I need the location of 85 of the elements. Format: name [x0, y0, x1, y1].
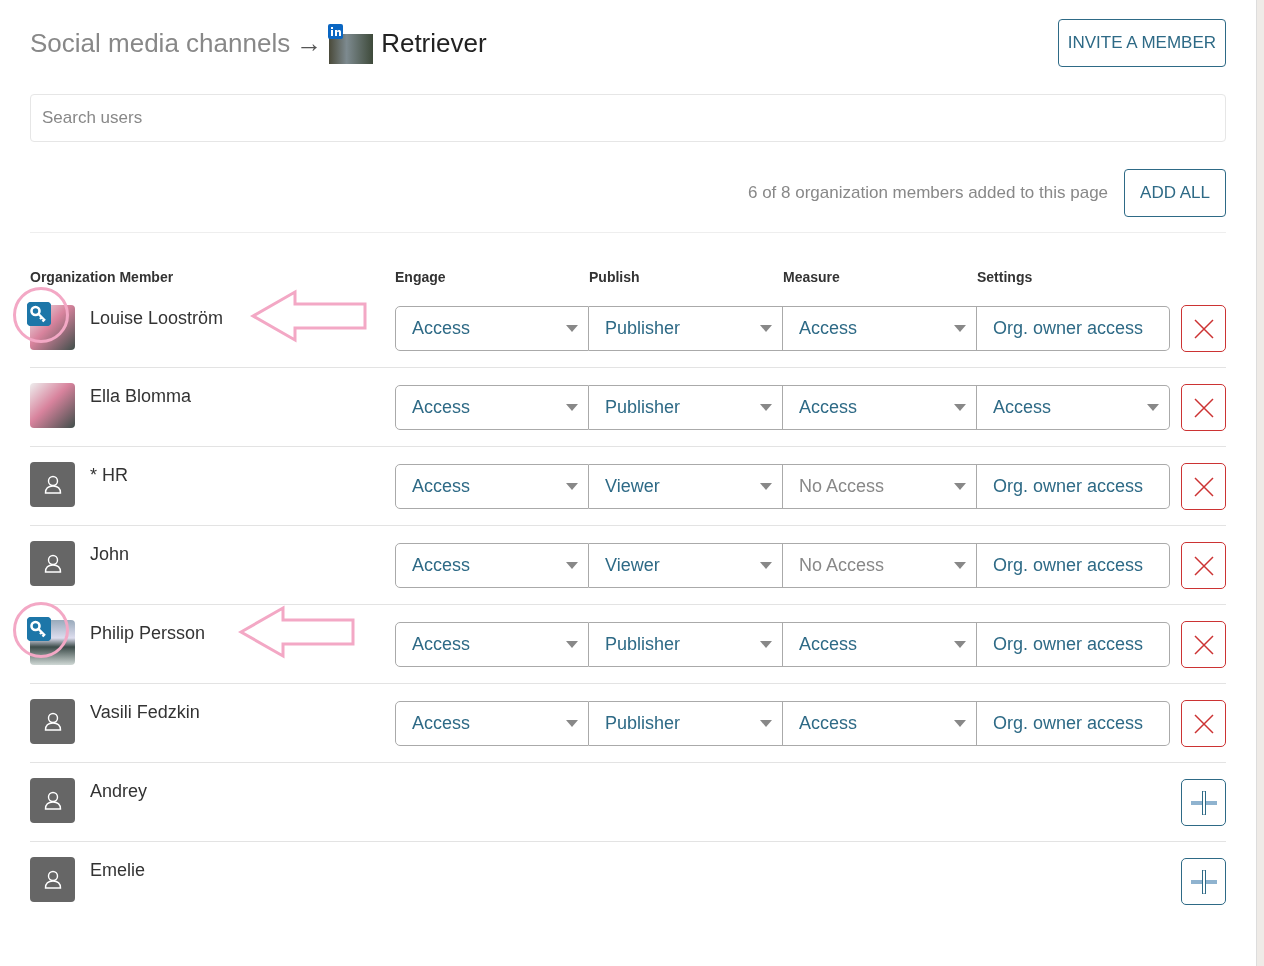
caret-icon [566, 404, 578, 411]
caret-icon [1147, 404, 1159, 411]
close-icon [1193, 555, 1214, 576]
add-button[interactable] [1181, 858, 1226, 905]
role-dropdown[interactable]: Publisher [589, 701, 783, 746]
person-icon [43, 554, 62, 573]
caret-icon [954, 325, 966, 332]
search-field[interactable]: Search users [30, 94, 1226, 142]
role-dropdown[interactable]: Org. owner access [977, 306, 1170, 351]
close-icon [1193, 397, 1214, 418]
role-dropdown[interactable]: Viewer [589, 464, 783, 509]
role-dropdown[interactable]: Access [783, 306, 977, 351]
column-header: Measure [783, 269, 841, 285]
caret-icon [566, 562, 578, 569]
role-dropdown[interactable]: Access [395, 464, 589, 509]
member-name: Emelie [90, 860, 146, 881]
breadcrumb-separator: → [296, 27, 323, 59]
role-dropdown[interactable]: Publisher [589, 622, 783, 667]
close-icon [1193, 476, 1214, 497]
remove-button[interactable] [1181, 463, 1226, 510]
member-name: Andrey [90, 781, 148, 802]
role-dropdown[interactable]: Access [395, 701, 589, 746]
role-dropdown[interactable]: Org. owner access [977, 464, 1170, 509]
role-dropdown[interactable]: Viewer [589, 543, 783, 588]
remove-button[interactable] [1181, 700, 1226, 747]
close-icon [1193, 713, 1214, 734]
role-dropdown[interactable]: Publisher [589, 385, 783, 430]
close-icon [1193, 318, 1214, 339]
caret-icon [566, 641, 578, 648]
role-dropdown[interactable]: Org. owner access [977, 701, 1170, 746]
column-header: Settings [977, 269, 1034, 285]
person-icon [43, 791, 62, 810]
add-all-button[interactable]: ADD ALL [1124, 169, 1226, 217]
plus-icon [1190, 869, 1217, 894]
role-dropdown[interactable]: Publisher [589, 306, 783, 351]
role-dropdown[interactable]: Org. owner access [977, 622, 1170, 667]
member-name: Vasili Fedzkin [90, 702, 200, 723]
channel-photo-placeholder [329, 34, 374, 64]
remove-button[interactable] [1181, 384, 1226, 431]
role-dropdown[interactable]: Access [395, 306, 589, 351]
breadcrumb-link[interactable]: Social media channels [30, 27, 291, 59]
member-name: John [90, 544, 130, 565]
linkedin-icon [328, 24, 344, 39]
caret-icon [954, 562, 966, 569]
remove-button[interactable] [1181, 305, 1226, 352]
person-icon [43, 870, 62, 889]
role-dropdown[interactable]: Access [977, 385, 1170, 430]
add-button[interactable] [1181, 779, 1226, 826]
column-header: Organization Member [30, 269, 175, 285]
role-dropdown[interactable]: Access [783, 385, 977, 430]
caret-icon [954, 404, 966, 411]
member-name: Philip Persson [90, 623, 206, 644]
plus-icon [1190, 790, 1217, 815]
member-name: Louise Looström [90, 308, 224, 329]
role-dropdown[interactable]: Access [395, 543, 589, 588]
person-icon [43, 712, 62, 731]
caret-icon [954, 483, 966, 490]
avatar-photo-placeholder [30, 383, 75, 428]
member-name: Ella Blomma [90, 386, 192, 407]
member-name: * HR [90, 465, 128, 486]
caret-icon [566, 720, 578, 727]
role-dropdown[interactable]: Access [395, 385, 589, 430]
caret-icon [954, 641, 966, 648]
role-dropdown[interactable]: Access [395, 622, 589, 667]
person-icon [43, 475, 62, 494]
caret-icon [566, 483, 578, 490]
caret-icon [954, 720, 966, 727]
column-header: Engage [395, 269, 447, 285]
column-header: Publish [589, 269, 641, 285]
caret-icon [760, 404, 772, 411]
remove-button[interactable] [1181, 621, 1226, 668]
members-count-text: 6 of 8 organization members added to this page [748, 183, 1109, 203]
channel-name: Retriever [381, 27, 487, 59]
caret-icon [760, 483, 772, 490]
caret-icon [760, 325, 772, 332]
caret-icon [760, 562, 772, 569]
invite-member-button[interactable]: INVITE A MEMBER [1057, 19, 1226, 67]
caret-icon [760, 641, 772, 648]
role-dropdown[interactable]: Access [783, 701, 977, 746]
close-icon [1193, 634, 1214, 655]
caret-icon [760, 720, 772, 727]
caret-icon [566, 325, 578, 332]
role-dropdown[interactable]: Org. owner access [977, 543, 1170, 588]
remove-button[interactable] [1181, 542, 1226, 589]
role-dropdown[interactable]: Access [783, 622, 977, 667]
